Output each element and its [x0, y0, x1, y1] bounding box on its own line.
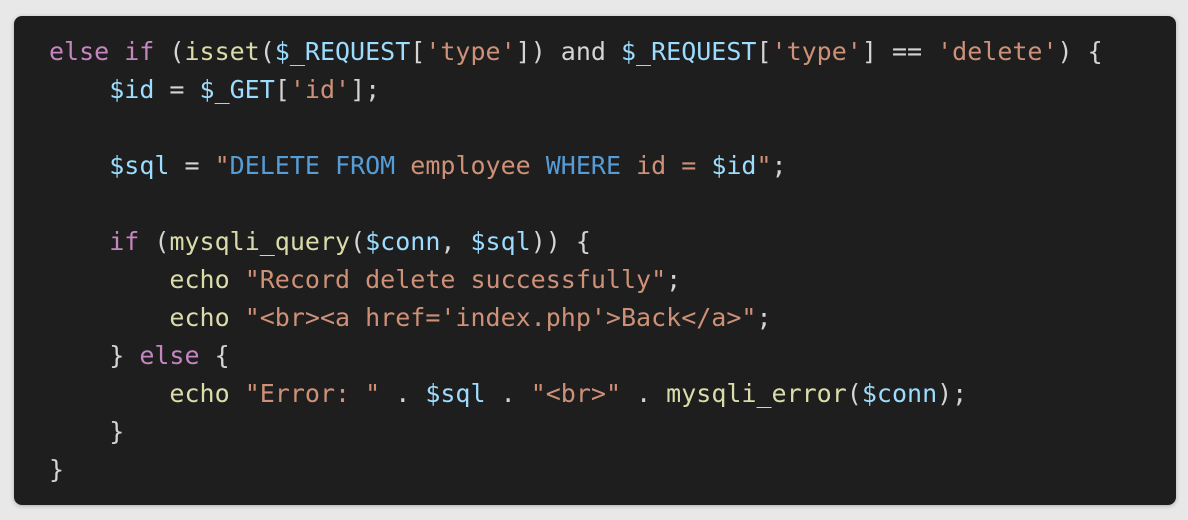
code-token-string: "<br>" [530, 379, 622, 408]
code-token-function: echo [169, 379, 230, 408]
code-token-string: " [756, 151, 772, 180]
code-token-plain: } [49, 455, 65, 484]
code-token-string: "Error: " [244, 379, 381, 408]
code-token-plain: ; [771, 151, 787, 180]
code-token-variable: $id [109, 75, 155, 104]
code-token-function: mysqli_error [666, 379, 847, 408]
code-token-plain: . [621, 379, 667, 408]
code-token-string: 'type' [771, 37, 862, 66]
code-token-plain: ] == [861, 37, 938, 66]
code-line: } [49, 451, 1176, 489]
code-token-variable: $_REQUEST [274, 37, 411, 66]
code-token-plain: . [485, 379, 531, 408]
code-token-plain: ( [846, 379, 862, 408]
code-line: $sql = "DELETE FROM employee WHERE id = … [49, 147, 1176, 185]
code-token-string: "<br><a href='index.php'>Back</a>" [244, 303, 757, 332]
code-token-string: " [214, 151, 230, 180]
code-line: echo "Error: " . $sql . "<br>" . mysqli_… [49, 375, 1176, 413]
code-token-plain: ( [259, 37, 275, 66]
code-token-plain: } [49, 417, 125, 446]
code-line: if (mysqli_query($conn, $sql)) { [49, 223, 1176, 261]
code-token-function: echo [169, 303, 230, 332]
code-lines: else if (isset($_REQUEST['type']) and $_… [49, 33, 1176, 489]
code-token-variable: $_GET [199, 75, 275, 104]
code-token-string: 'type' [425, 37, 516, 66]
code-token-variable: $sql [470, 227, 531, 256]
code-token-plain: ) { [1057, 37, 1103, 66]
code-token-plain: { [199, 341, 230, 370]
code-token-plain: } [49, 341, 140, 370]
code-token-string: id = [621, 151, 712, 180]
code-token-string: 'id' [289, 75, 351, 104]
code-token-plain: ]) and [515, 37, 621, 66]
code-token-variable: $_REQUEST [621, 37, 757, 66]
code-token-plain: ( [350, 227, 366, 256]
code-token-variable: $conn [365, 227, 441, 256]
code-token-plain: ); [937, 379, 968, 408]
code-token-variable: $conn [861, 379, 938, 408]
code-line: } [49, 413, 1176, 451]
code-token-string: employee [395, 151, 546, 180]
code-token-keyword: if [109, 227, 140, 256]
code-token-plain: ]; [350, 75, 381, 104]
code-token-plain: [ [756, 37, 772, 66]
code-line: } else { [49, 337, 1176, 375]
code-token-string: 'delete' [937, 37, 1058, 66]
code-token-function: echo [169, 265, 230, 294]
code-token-plain: , [440, 227, 471, 256]
code-token-keyword: else [139, 341, 200, 370]
code-token-sql-keyword: DELETE FROM [229, 151, 396, 180]
code-token-plain: ; [756, 303, 772, 332]
code-token-sql-keyword: WHERE [545, 151, 622, 180]
code-line: echo "<br><a href='index.php'>Back</a>"; [49, 299, 1176, 337]
code-token-variable: $sql [425, 379, 486, 408]
code-token-plain: . [380, 379, 426, 408]
code-line: echo "Record delete successfully"; [49, 261, 1176, 299]
code-token-variable: $sql [109, 151, 170, 180]
code-token-plain: ; [666, 265, 682, 294]
code-token-plain: = [154, 75, 200, 104]
code-token-function: mysqli_query [169, 227, 351, 256]
code-token-plain: [ [274, 75, 290, 104]
code-block: else if (isset($_REQUEST['type']) and $_… [14, 16, 1176, 505]
code-line: else if (isset($_REQUEST['type']) and $_… [49, 33, 1176, 71]
code-token-string: "Record delete successfully" [244, 265, 667, 294]
code-token-plain: [ [410, 37, 426, 66]
code-token-keyword: else if [49, 37, 155, 66]
code-line: $id = $_GET['id']; [49, 71, 1176, 109]
code-token-plain: )) { [530, 227, 591, 256]
code-token-plain: ( [154, 37, 185, 66]
code-token-variable: $id [711, 151, 757, 180]
code-token-plain: ( [139, 227, 170, 256]
code-token-plain: = [169, 151, 215, 180]
code-token-function: isset [184, 37, 260, 66]
